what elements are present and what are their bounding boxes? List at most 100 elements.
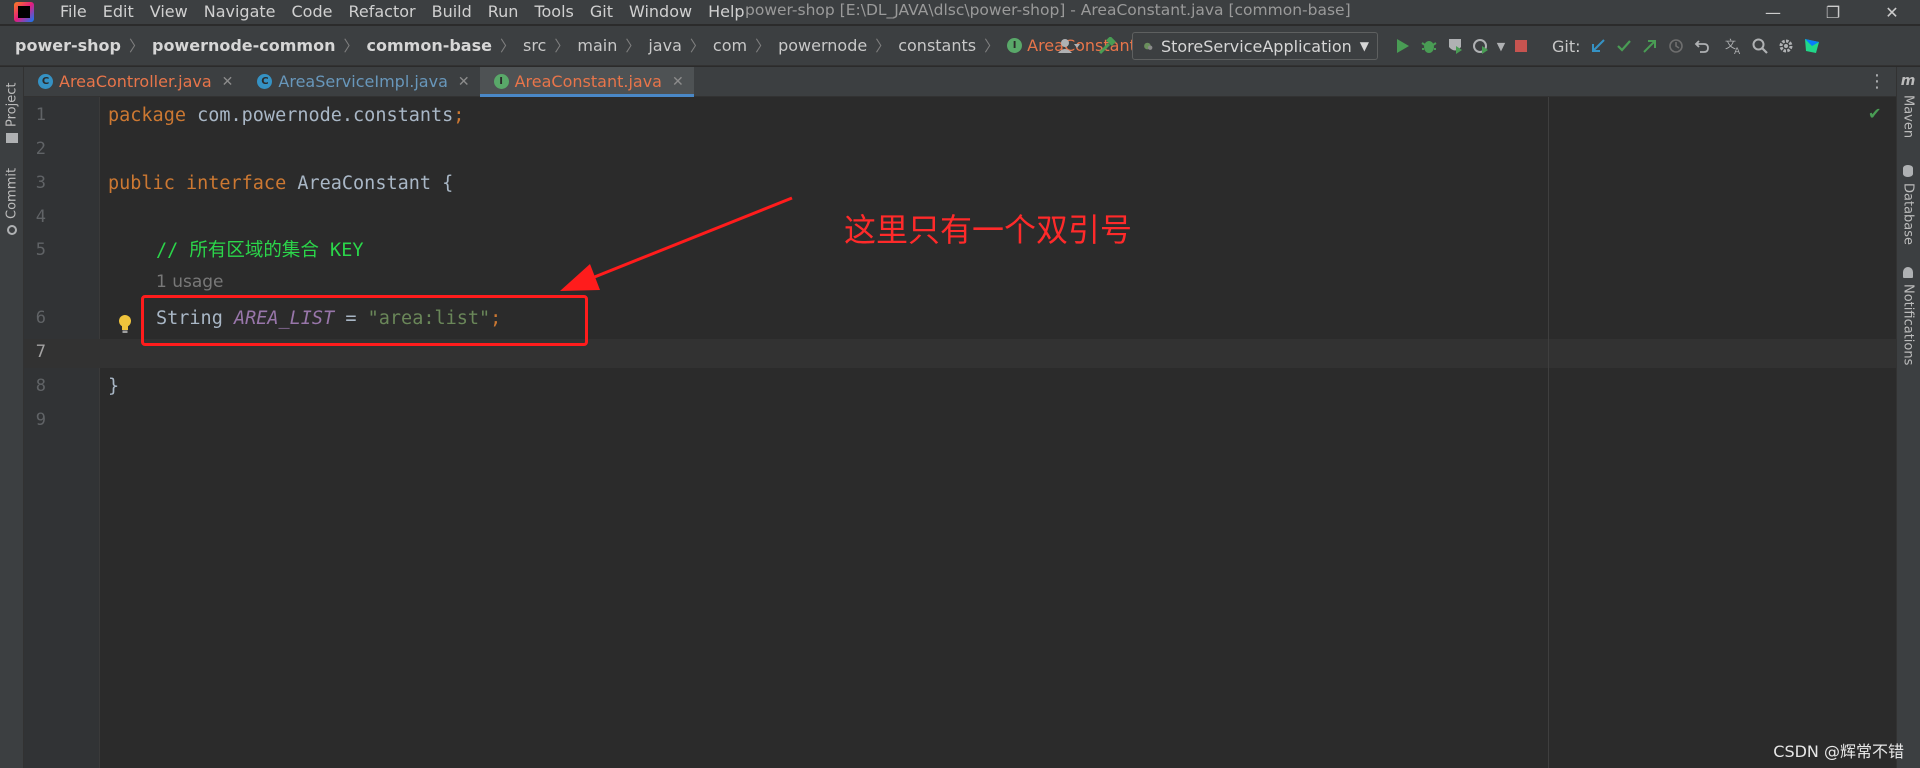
close-icon[interactable]: ✕ (222, 74, 234, 90)
git-push-icon[interactable] (1637, 33, 1663, 59)
commit-tool-label: Commit (4, 167, 20, 219)
crumb-main[interactable]: main (577, 36, 617, 55)
crumb-module[interactable]: powernode-common (152, 36, 336, 55)
annotation-text: 这里只有一个双引号 (844, 211, 1133, 249)
tab-area-service-impl[interactable]: C AreaServiceImpl.java ✕ (243, 67, 479, 96)
git-history-icon[interactable] (1663, 33, 1689, 59)
lightbulb-icon[interactable] (118, 314, 132, 334)
menu-navigate[interactable]: Navigate (196, 1, 284, 23)
right-tool-strip: m Maven Database Notifications (1896, 67, 1920, 768)
menu-code[interactable]: Code (284, 1, 341, 23)
editor-gutter[interactable] (24, 97, 100, 768)
menu-git[interactable]: Git (582, 1, 621, 23)
semicolon: ; (453, 105, 465, 126)
crumb-powernode[interactable]: powernode (778, 36, 867, 55)
notifications-tool-tab[interactable]: Notifications (1899, 267, 1917, 377)
maven-tool-label: Maven (1900, 95, 1916, 139)
spring-boot-icon (1144, 42, 1153, 50)
crumb-submodule[interactable]: common-base (367, 36, 492, 55)
search-icon[interactable] (1747, 33, 1773, 59)
chevron-right-icon: 〉 (625, 37, 641, 55)
coverage-icon[interactable] (1442, 33, 1468, 59)
line-number: 2 (35, 139, 46, 159)
inspection-ok-check-icon[interactable]: ✔ (1868, 104, 1881, 123)
minimize-button[interactable]: — (1745, 0, 1801, 24)
crumb-java[interactable]: java (648, 36, 682, 55)
tab-label: AreaConstant.java (514, 72, 662, 91)
code-line-1[interactable]: package com.powernode.constants; (108, 104, 464, 128)
run-configuration-select[interactable]: StoreServiceApplication ▼ (1132, 32, 1378, 60)
commit-icon (7, 225, 17, 235)
project-tool-label: Project (4, 82, 20, 127)
keyword: public (108, 173, 175, 194)
highlight-box (141, 295, 588, 346)
menu-view[interactable]: View (142, 1, 196, 23)
more-tabs-icon[interactable]: ⋮ (1868, 71, 1886, 92)
menu-edit[interactable]: Edit (95, 1, 142, 23)
close-icon[interactable]: ✕ (672, 74, 684, 90)
chevron-right-icon: 〉 (689, 37, 705, 55)
git-commit-icon[interactable] (1611, 33, 1637, 59)
interface-icon: I (493, 74, 509, 89)
project-tool-tab[interactable]: Project (3, 73, 21, 143)
watermark: CSDN @辉常不错 (1773, 742, 1904, 761)
menu-build[interactable]: Build (424, 1, 480, 23)
code-line-5-comment[interactable]: // 所有区域的集合 KEY (156, 239, 363, 263)
line-number: 6 (35, 308, 46, 328)
menu-window[interactable]: Window (621, 1, 700, 23)
navigation-bar: power-shop 〉 powernode-common 〉 common-b… (0, 26, 1920, 66)
tab-area-constant[interactable]: I AreaConstant.java ✕ (479, 67, 694, 97)
profiler-icon[interactable] (1468, 33, 1494, 59)
commit-tool-tab[interactable]: Commit (3, 159, 21, 235)
close-icon[interactable]: ✕ (458, 74, 470, 90)
tab-label: AreaController.java (59, 72, 212, 91)
database-tool-tab[interactable]: Database (1899, 165, 1917, 245)
gear-icon[interactable] (1773, 33, 1799, 59)
line-number: 9 (35, 410, 46, 430)
menu-tools[interactable]: Tools (526, 1, 581, 23)
title-bar: File Edit View Navigate Code Refactor Bu… (0, 0, 1920, 24)
build-hammer-icon[interactable] (1094, 33, 1120, 59)
maven-tool-tab[interactable]: m Maven (1899, 73, 1917, 147)
tab-area-controller[interactable]: C AreaController.java ✕ (24, 67, 243, 96)
git-update-icon[interactable] (1585, 33, 1611, 59)
keyword: package (108, 105, 186, 126)
stop-icon[interactable] (1508, 33, 1534, 59)
code-editor[interactable] (100, 97, 1896, 768)
code-line-3[interactable]: public interface AreaConstant { (108, 172, 453, 196)
menu-refactor[interactable]: Refactor (340, 1, 423, 23)
jetbrains-toolbox-icon[interactable] (1799, 33, 1825, 59)
chevron-right-icon: 〉 (499, 37, 515, 55)
folder-icon (6, 133, 18, 143)
interface-icon: I (1007, 38, 1023, 53)
line-number: 5 (35, 240, 46, 260)
chevron-right-icon: 〉 (128, 37, 144, 55)
close-button[interactable]: ✕ (1864, 0, 1920, 24)
left-tool-strip: Project Commit (0, 67, 24, 768)
interface-declaration: AreaConstant { (286, 173, 454, 194)
crumb-project[interactable]: power-shop (15, 36, 121, 55)
breadcrumb: power-shop 〉 powernode-common 〉 common-b… (0, 35, 1136, 56)
main-menu: File Edit View Navigate Code Refactor Bu… (52, 1, 753, 23)
run-icon[interactable] (1390, 33, 1416, 59)
database-tool-label: Database (1900, 182, 1916, 245)
code-line-8[interactable]: } (108, 375, 119, 399)
intellij-logo-icon[interactable] (14, 2, 34, 22)
translate-icon[interactable]: 文A (1721, 33, 1747, 59)
crumb-com[interactable]: com (713, 36, 747, 55)
chevron-right-icon: 〉 (875, 37, 891, 55)
crumb-src[interactable]: src (523, 36, 546, 55)
git-rollback-icon[interactable] (1689, 33, 1715, 59)
chevron-right-icon: 〉 (554, 37, 570, 55)
chevron-right-icon: 〉 (343, 37, 359, 55)
usage-hint[interactable]: 1 usage (156, 272, 224, 292)
chevron-right-icon: 〉 (984, 37, 1000, 55)
menu-file[interactable]: File (52, 1, 95, 23)
user-account-icon[interactable] (1052, 33, 1086, 59)
more-run-options-icon[interactable]: ▼ (1494, 33, 1508, 59)
notifications-tool-label: Notifications (1900, 284, 1916, 366)
maximize-button[interactable]: ❐ (1805, 0, 1861, 24)
menu-run[interactable]: Run (480, 1, 527, 23)
debug-icon[interactable] (1416, 33, 1442, 59)
crumb-constants[interactable]: constants (898, 36, 976, 55)
